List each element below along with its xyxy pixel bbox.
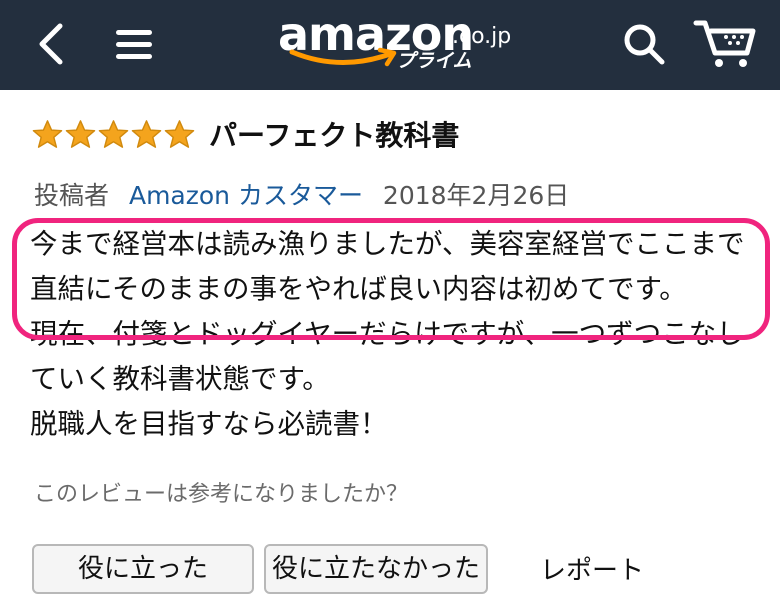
helpful-question: このレビューは参考になりましたか？ bbox=[34, 482, 409, 507]
star-icon bbox=[65, 120, 96, 148]
review-byline: 投稿者 Amazon カスタマー 2018年2月26日 bbox=[34, 176, 569, 212]
star-icon bbox=[32, 120, 63, 148]
star-icon bbox=[164, 120, 195, 148]
highlight-outline bbox=[12, 218, 770, 340]
review-date: 2018年2月26日 bbox=[382, 181, 570, 210]
amazon-prime-logo[interactable]: amazon .co.jp プライム bbox=[278, 6, 512, 80]
report-link[interactable]: レポート bbox=[540, 550, 644, 587]
smile-arrow-icon bbox=[289, 47, 397, 67]
star-rating bbox=[32, 119, 195, 149]
search-icon bbox=[624, 24, 665, 65]
review-title-row: パーフェクト教科書 bbox=[32, 114, 459, 154]
review-title: パーフェクト教科書 bbox=[209, 119, 460, 152]
review-content: パーフェクト教科書 投稿者 Amazon カスタマー 2018年2月26日 今ま… bbox=[0, 90, 780, 594]
back-button[interactable] bbox=[26, 14, 76, 74]
not-helpful-button[interactable]: 役に立たなかった bbox=[264, 544, 488, 594]
logo-domain: .co.jp bbox=[452, 24, 512, 49]
cart-icon bbox=[693, 20, 756, 67]
helpful-button[interactable]: 役に立った bbox=[32, 544, 254, 594]
cart-button[interactable] bbox=[690, 10, 760, 76]
menu-icon bbox=[116, 30, 152, 59]
review-body-line: 脱職人を目指すなら必読書！ bbox=[30, 408, 388, 440]
top-navigation-bar: amazon .co.jp プライム bbox=[0, 0, 780, 90]
star-icon bbox=[131, 120, 162, 148]
star-icon bbox=[98, 120, 129, 148]
search-button[interactable] bbox=[616, 14, 672, 74]
menu-button[interactable] bbox=[108, 14, 160, 74]
logo-prime-label: プライム bbox=[396, 50, 472, 72]
author-link[interactable]: Amazon カスタマー bbox=[129, 181, 363, 210]
byline-prefix: 投稿者 bbox=[34, 181, 110, 210]
back-icon bbox=[39, 23, 63, 65]
